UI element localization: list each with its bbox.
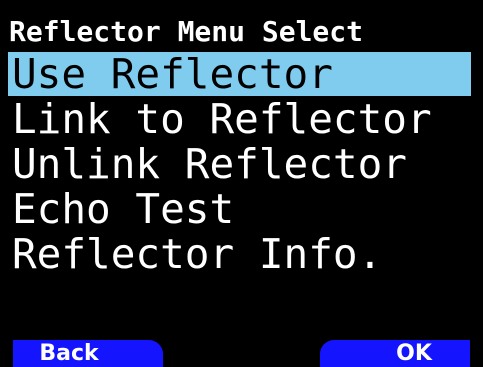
menu-item-use-reflector[interactable]: Use Reflector xyxy=(8,52,471,96)
back-softkey-button[interactable]: Back xyxy=(13,340,163,367)
ok-softkey-button[interactable]: OK xyxy=(320,340,470,367)
menu-item-echo-test[interactable]: Echo Test xyxy=(0,187,483,231)
reflector-menu-screen: Reflector Menu Select Use Reflector Link… xyxy=(0,0,483,367)
menu-title: Reflector Menu Select xyxy=(9,15,364,48)
menu-item-reflector-info[interactable]: Reflector Info. xyxy=(0,232,483,276)
menu-item-link-to-reflector[interactable]: Link to Reflector xyxy=(0,97,483,141)
reflector-menu-list: Use Reflector Link to Reflector Unlink R… xyxy=(0,50,483,277)
menu-item-unlink-reflector[interactable]: Unlink Reflector xyxy=(0,142,483,186)
